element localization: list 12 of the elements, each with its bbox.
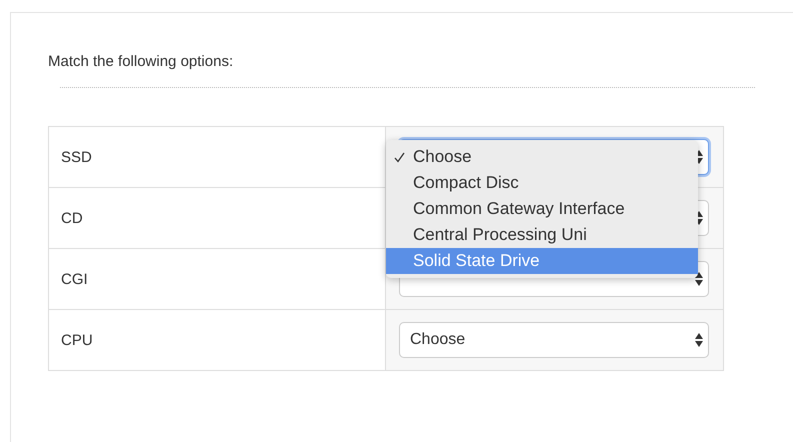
up-down-arrows-icon	[695, 333, 703, 347]
dropdown-option[interactable]: Central Processing Uni	[386, 222, 698, 248]
up-down-arrows-icon	[695, 211, 703, 225]
question-prompt: Match the following options:	[48, 53, 234, 72]
table-cell: CGI	[48, 248, 386, 310]
dropdown-option[interactable]: Compact Disc	[386, 170, 698, 196]
dropdown-select[interactable]: Choose	[399, 322, 709, 358]
dropdown-option[interactable]: Common Gateway Interface	[386, 196, 698, 222]
table-cell: SSD	[48, 126, 386, 188]
up-down-arrows-icon	[695, 272, 703, 286]
table-cell: CD	[48, 188, 386, 248]
table-cell: CPU	[48, 310, 386, 370]
